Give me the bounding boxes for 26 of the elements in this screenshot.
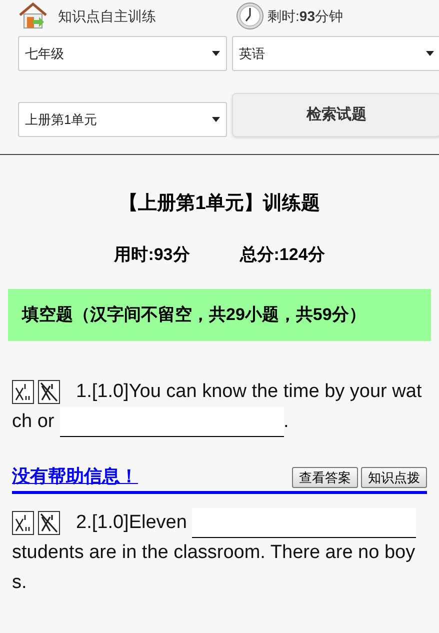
search-button[interactable]: 检索试题 (232, 93, 439, 137)
dropdown[interactable]: 上册第1单元 (18, 102, 227, 137)
help-link[interactable]: 没有帮助信息！ (12, 463, 138, 490)
crossed-formula-icon[interactable] (38, 510, 60, 535)
clock-icon (236, 2, 264, 30)
timer-text: 剩时:93分钟 (268, 6, 343, 26)
dropdown[interactable]: 英语 (232, 36, 439, 71)
question-text: 1.[1.0]You can know the time by your watch or . (0, 377, 439, 437)
action-button[interactable]: 查看答案 (292, 467, 358, 488)
total-score: 总分:124分 (240, 244, 325, 266)
house-icon[interactable] (18, 2, 48, 30)
answer-blank[interactable] (192, 508, 416, 538)
section-heading: 填空题（汉字间不留空，共29小题，共59分） (8, 289, 431, 341)
crossed-formula-icon[interactable] (38, 380, 60, 404)
caret-icon (212, 117, 220, 122)
answer-blank[interactable] (60, 407, 284, 437)
caret-icon (426, 51, 434, 56)
app-title: 知识点自主训练 (58, 6, 156, 26)
time-used: 用时:93分 (114, 244, 190, 266)
formula-icon[interactable] (12, 510, 34, 535)
action-button[interactable]: 知识点拨 (361, 467, 427, 488)
caret-icon (212, 51, 220, 56)
dropdown[interactable]: 七年级 (18, 36, 227, 71)
question-text: 2.[1.0]Eleven students are in the classroom. There are no boys. (0, 508, 439, 598)
formula-icon[interactable] (12, 380, 34, 404)
exam-title: 【上册第1单元】训练题 (118, 192, 321, 216)
